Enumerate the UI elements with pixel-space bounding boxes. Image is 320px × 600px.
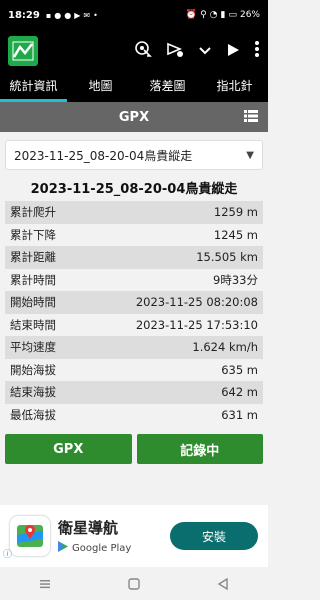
stat-label: 結束海拔 (10, 385, 56, 400)
ad-info-icon[interactable]: ⓘ (3, 547, 12, 560)
stat-value: 2023-11-25 17:53:10 (135, 317, 258, 332)
action-buttons: GPX 記錄中 (5, 434, 263, 464)
alarm-icon: ⏰ (185, 10, 198, 20)
status-bar: 18:29 ▪ ● ● ▶ ✉ • ⏰ ⚲ ◔ ▮ ▭ 26% (0, 0, 268, 30)
stat-label: 最低海拔 (10, 407, 56, 422)
stat-value: 635 m (221, 362, 258, 377)
battery-icon: ▭ (228, 10, 237, 20)
ad-install-button[interactable]: 安裝 (170, 522, 258, 550)
stat-row: 累計距離 15.505 km (5, 246, 263, 269)
app-map-icon (10, 516, 50, 556)
stat-row: 累計時間 9時33分 (5, 268, 263, 291)
stat-value: 642 m (221, 385, 258, 400)
stats-table: 累計爬升 1259 m 累計下降 1245 m 累計距離 15.505 km 累計時間 9時3… (5, 201, 263, 426)
app-toolbar (0, 30, 268, 72)
stat-label: 開始時間 (10, 295, 56, 310)
stat-row: 開始時間 2023-11-25 08:20:08 (5, 291, 263, 314)
stat-row: 結束海拔 642 m (5, 381, 263, 404)
tab-bar: 統計資訊 地圖 落差圖 指北針 (0, 72, 268, 102)
battery-level: 26% (239, 10, 260, 20)
notification-icons: ▪ ● ● ▶ ✉ • (46, 11, 98, 20)
stat-value: 1259 m (213, 205, 258, 220)
stat-row: 開始海拔 635 m (5, 358, 263, 381)
navigation-settings-icon[interactable] (166, 40, 184, 62)
stat-value: 631 m (221, 407, 258, 422)
stat-row: 最低海拔 631 m (5, 403, 263, 426)
stat-row: 累計爬升 1259 m (5, 201, 263, 224)
facebook-icon: ● (54, 10, 62, 20)
tab-map[interactable]: 地圖 (67, 72, 134, 102)
more-options-icon[interactable] (254, 40, 260, 62)
dropdown-arrow-icon: ▼ (246, 149, 254, 161)
stat-row: 平均速度 1.624 km/h (5, 336, 263, 359)
ad-store-label: Google Play (72, 542, 132, 554)
stat-value: 1.624 km/h (192, 340, 258, 355)
ad-app-name: 衛星導航 (58, 519, 119, 537)
gpx-button[interactable]: GPX (5, 434, 132, 464)
wifi-icon: ◔ (209, 10, 218, 20)
stat-label: 累計爬升 (10, 205, 56, 220)
status-time: 18:29 (8, 9, 40, 21)
stat-label: 平均速度 (10, 340, 56, 355)
track-selector[interactable]: 2023-11-25_08-20-04鳥貴縱走 ▼ (5, 140, 263, 170)
stat-label: 累計時間 (10, 272, 56, 287)
stat-value: 1245 m (213, 227, 258, 242)
stat-row: 結束時間 2023-11-25 17:53:10 (5, 313, 263, 336)
home-icon[interactable] (128, 575, 140, 594)
chevron-down-icon[interactable] (198, 42, 212, 61)
stat-label: 累計距離 (10, 250, 56, 265)
stat-value: 2023-11-25 08:20:08 (135, 295, 258, 310)
track-selector-value: 2023-11-25_08-20-04鳥貴縱走 (14, 148, 193, 163)
signal-icon: ▮ (220, 10, 226, 20)
gpx-header: GPX (0, 102, 268, 132)
stat-label: 累計下降 (10, 227, 56, 242)
dot-icon: • (93, 10, 98, 20)
tab-compass[interactable]: 指北針 (201, 72, 268, 102)
system-nav-bar (0, 568, 268, 600)
mail-icon: ✉ (83, 10, 91, 20)
stat-label: 結束時間 (10, 317, 56, 332)
app-logo (8, 36, 38, 66)
play-icon[interactable] (226, 42, 240, 61)
google-play-icon (58, 541, 68, 555)
back-icon[interactable] (217, 575, 229, 594)
stat-row: 累計下降 1245 m (5, 223, 263, 246)
location-icon: ⚲ (200, 10, 207, 20)
ad-banner[interactable]: 衛星導航 Google Play 安裝 ⓘ (0, 505, 268, 567)
stat-value: 15.505 km (196, 250, 258, 265)
recording-button[interactable]: 記錄中 (136, 434, 263, 464)
location-tracking-icon[interactable] (134, 40, 152, 62)
tab-elevation-profile[interactable]: 落差圖 (134, 72, 201, 102)
stat-value: 9時33分 (213, 272, 258, 287)
gpx-header-title: GPX (118, 109, 150, 125)
recent-apps-icon[interactable] (39, 575, 51, 594)
youtube-icon: ▶ (74, 10, 81, 20)
track-title: 2023-11-25_08-20-04鳥貴縱走 (30, 182, 238, 197)
sim-icon: ▪ (45, 10, 52, 20)
messenger-icon: ● (64, 10, 72, 20)
list-menu-icon[interactable] (244, 110, 258, 126)
tab-statistics[interactable]: 統計資訊 (0, 72, 67, 102)
stat-label: 開始海拔 (10, 362, 56, 377)
